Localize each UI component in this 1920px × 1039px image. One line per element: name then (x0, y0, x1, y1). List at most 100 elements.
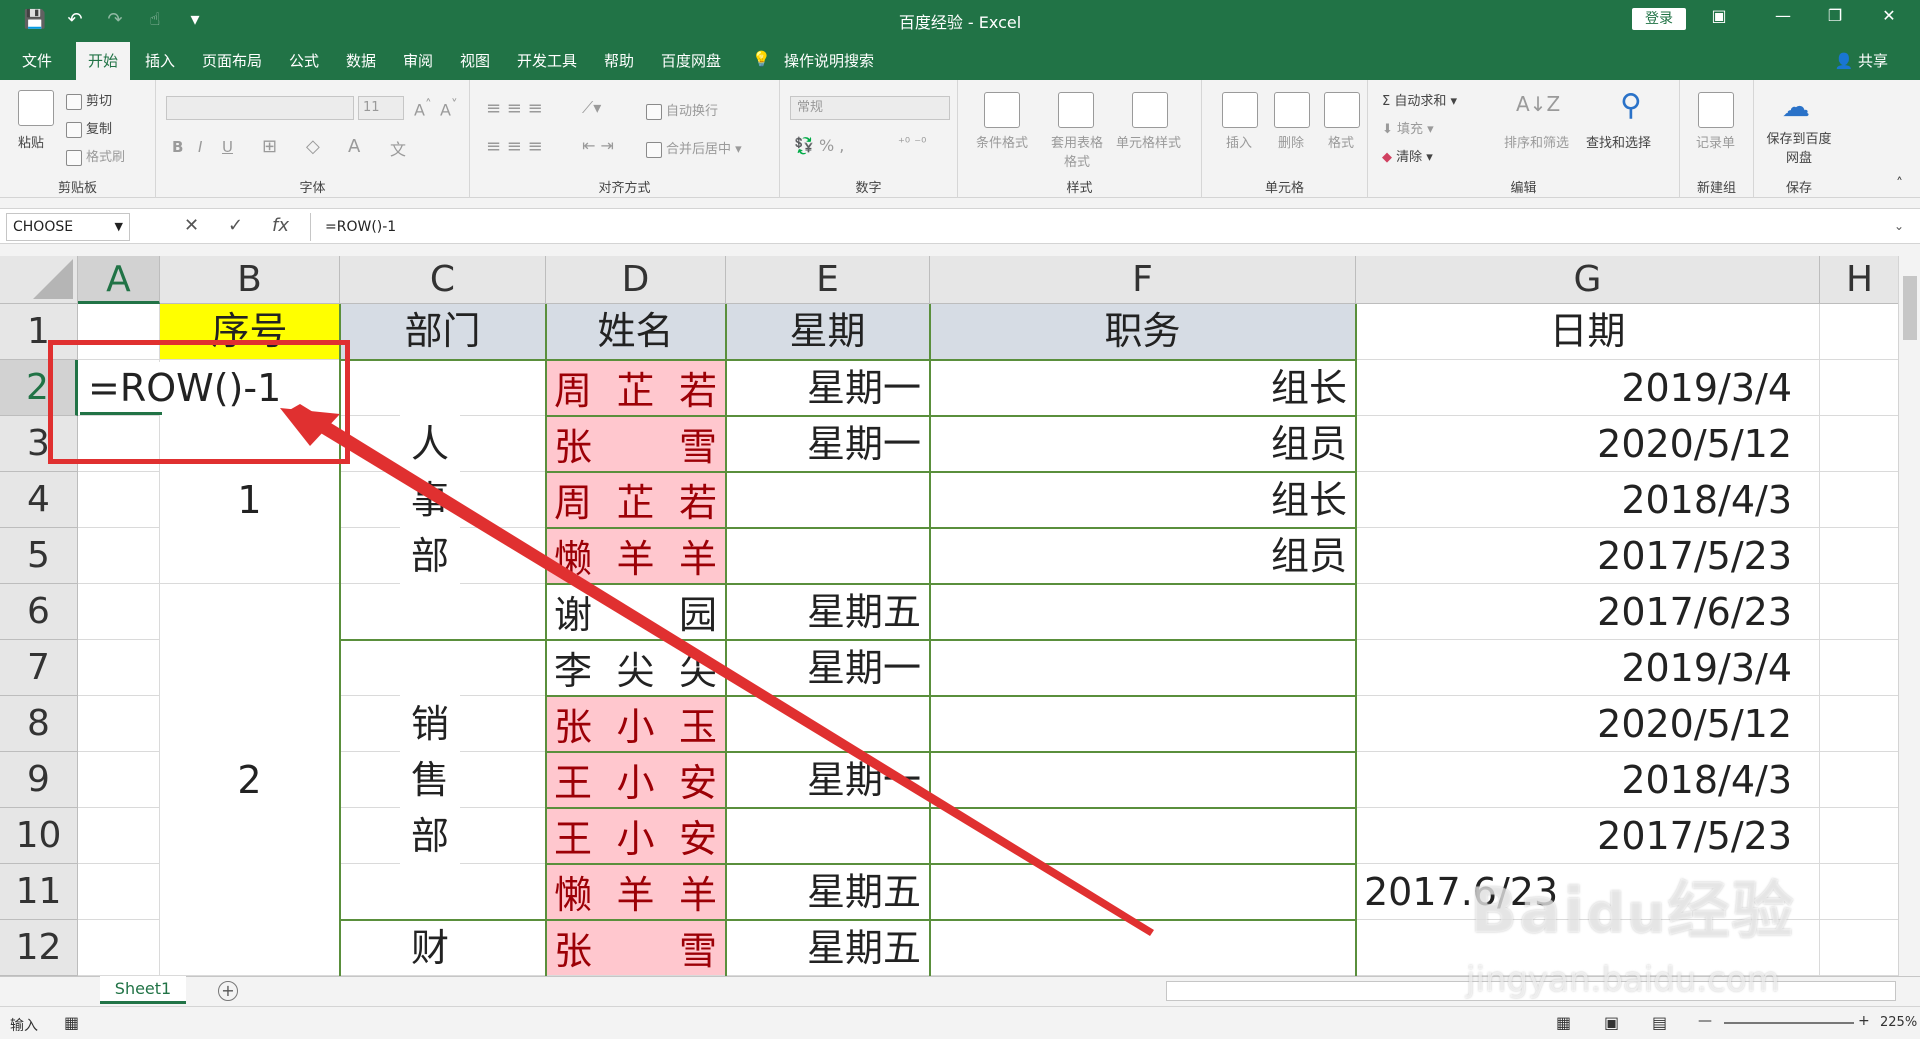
indent-icon[interactable]: ⇤ ⇥ (582, 136, 614, 155)
decimal-icon[interactable]: ⁺⁰ ⁻⁰ (898, 136, 926, 151)
shrink-font-icon[interactable]: A˅ (440, 98, 458, 119)
row-header-4[interactable]: 4 (0, 472, 78, 528)
paste-button[interactable]: 粘贴 (18, 132, 44, 151)
share-button[interactable]: 👤 共享 (1835, 50, 1888, 71)
weekday-cell[interactable]: 星期五 (726, 864, 929, 919)
name-box[interactable]: CHOOSE ▼ (6, 213, 130, 241)
dept-cell[interactable]: 销售部 (400, 640, 460, 919)
date-cell[interactable]: 2017/6/23 (1356, 584, 1800, 639)
format-cells-button[interactable]: 格式 (1328, 132, 1354, 151)
column-header-e[interactable]: E (726, 256, 930, 304)
tab-file[interactable]: 文件 (22, 50, 52, 71)
name-cell[interactable]: 王小安 (546, 808, 725, 863)
tab-page-layout[interactable]: 页面布局 (202, 50, 262, 71)
record-form-icon[interactable] (1698, 92, 1734, 128)
name-cell[interactable]: 张雪 (546, 920, 725, 975)
insert-cells-icon[interactable] (1222, 92, 1258, 128)
date-cell[interactable]: 2017/5/23 (1356, 808, 1800, 863)
conditional-format-button[interactable]: 条件格式 (976, 132, 1028, 151)
cell-styles-button[interactable]: 单元格样式 (1116, 132, 1181, 151)
tell-me-search[interactable]: 操作说明搜索 (784, 50, 874, 71)
title-cell[interactable]: 组长 (930, 360, 1355, 415)
header-cell-d[interactable]: 姓名 (546, 304, 725, 359)
baidu-netdisk-icon[interactable]: ☁ (1782, 90, 1810, 123)
format-painter-button[interactable]: 格式刷 (66, 146, 125, 166)
dept-cell[interactable]: 财 (400, 920, 460, 975)
clear-button[interactable]: ◆ 清除 ▾ (1382, 146, 1433, 165)
tab-review[interactable]: 审阅 (403, 50, 433, 71)
page-break-view-icon[interactable]: ▤ (1652, 1013, 1667, 1032)
date-cell[interactable]: 2018/4/3 (1356, 472, 1800, 527)
column-header-b[interactable]: B (160, 256, 340, 304)
date-cell[interactable]: 2019/3/4 (1356, 360, 1800, 415)
autosum-button[interactable]: Σ 自动求和 ▾ (1382, 90, 1457, 109)
sort-filter-icon[interactable]: A↓Z (1516, 92, 1560, 116)
bold-button[interactable]: B (172, 138, 183, 156)
font-name-combo[interactable] (166, 96, 354, 120)
tab-data[interactable]: 数据 (346, 50, 376, 71)
minimize-icon[interactable]: — (1768, 6, 1798, 25)
currency-icon[interactable]: 💱 % , (794, 136, 844, 155)
orientation-icon[interactable]: ⟋▾ (582, 98, 601, 118)
align-top-icon[interactable]: ≡ ≡ ≡ (486, 98, 543, 119)
select-all-corner[interactable] (0, 256, 78, 304)
scroll-thumb[interactable] (1903, 276, 1917, 340)
italic-button[interactable]: I (198, 138, 202, 156)
column-header-f[interactable]: F (930, 256, 1356, 304)
sheet-tab-sheet1[interactable]: Sheet1 (100, 976, 186, 1004)
weekday-cell[interactable]: 星期一 (726, 752, 929, 807)
page-layout-view-icon[interactable]: ▣ (1604, 1013, 1619, 1032)
name-cell[interactable]: 周芷若 (546, 360, 725, 415)
date-cell[interactable]: 2019/3/4 (1356, 640, 1800, 695)
paste-icon[interactable] (18, 90, 54, 126)
zoom-level[interactable]: 225% (1880, 1015, 1917, 1030)
dept-cell[interactable]: 人事部 (400, 360, 460, 639)
weekday-cell[interactable]: 星期一 (726, 416, 929, 471)
phonetic-icon[interactable]: 文 (390, 136, 406, 160)
name-cell[interactable]: 谢园 (546, 584, 725, 639)
sort-filter-button[interactable]: 排序和筛选 (1504, 132, 1569, 151)
fill-color-icon[interactable]: ◇ (306, 136, 320, 157)
row-header-6[interactable]: 6 (0, 584, 78, 640)
row-header-11[interactable]: 11 (0, 864, 78, 920)
header-cell-e[interactable]: 星期 (726, 304, 929, 359)
row-header-8[interactable]: 8 (0, 696, 78, 752)
close-icon[interactable]: ✕ (1874, 6, 1904, 25)
title-cell[interactable]: 组员 (930, 416, 1355, 471)
cell-styles-icon[interactable] (1132, 92, 1168, 128)
cut-button[interactable]: 剪切 (66, 90, 112, 110)
search-icon[interactable]: ⚲ (1620, 88, 1642, 123)
border-icon[interactable]: ⊞ (262, 136, 277, 157)
row-header-5[interactable]: 5 (0, 528, 78, 584)
tab-help[interactable]: 帮助 (604, 50, 634, 71)
name-cell[interactable]: 王小安 (546, 752, 725, 807)
column-header-d[interactable]: D (546, 256, 726, 304)
weekday-cell[interactable]: 星期五 (726, 920, 929, 975)
delete-cells-icon[interactable] (1274, 92, 1310, 128)
zoom-slider[interactable] (1724, 1022, 1854, 1024)
weekday-cell[interactable]: 星期一 (726, 640, 929, 695)
format-table-button[interactable]: 套用表格格式 (1048, 132, 1106, 170)
tab-developer[interactable]: 开发工具 (517, 50, 577, 71)
delete-cells-button[interactable]: 删除 (1278, 132, 1304, 151)
zoom-in-icon[interactable]: + (1858, 1013, 1870, 1029)
name-cell[interactable]: 懒羊羊 (546, 528, 725, 583)
align-left-icon[interactable]: ≡ ≡ ≡ (486, 136, 543, 157)
title-cell[interactable]: 组员 (930, 528, 1355, 583)
date-cell[interactable]: 2017/5/23 (1356, 528, 1800, 583)
login-button[interactable]: 登录 (1632, 8, 1686, 30)
header-cell-f[interactable]: 职务 (930, 304, 1355, 359)
wrap-text-button[interactable]: 自动换行 (646, 100, 718, 120)
font-size-combo[interactable]: 11 (358, 96, 404, 120)
name-cell[interactable]: 张小玉 (546, 696, 725, 751)
expand-formula-icon[interactable]: ⌄ (1894, 219, 1904, 233)
ribbon-display-icon[interactable]: ▣ (1704, 6, 1734, 25)
name-cell[interactable]: 周芷若 (546, 472, 725, 527)
tab-formulas[interactable]: 公式 (289, 50, 319, 71)
name-cell[interactable]: 张雪 (546, 416, 725, 471)
conditional-format-icon[interactable] (984, 92, 1020, 128)
format-cells-icon[interactable] (1324, 92, 1360, 128)
merge-center-button[interactable]: 合并后居中 ▾ (646, 138, 742, 158)
header-cell-c[interactable]: 部门 (340, 304, 545, 359)
seq-cell[interactable]: 2 (160, 584, 339, 975)
